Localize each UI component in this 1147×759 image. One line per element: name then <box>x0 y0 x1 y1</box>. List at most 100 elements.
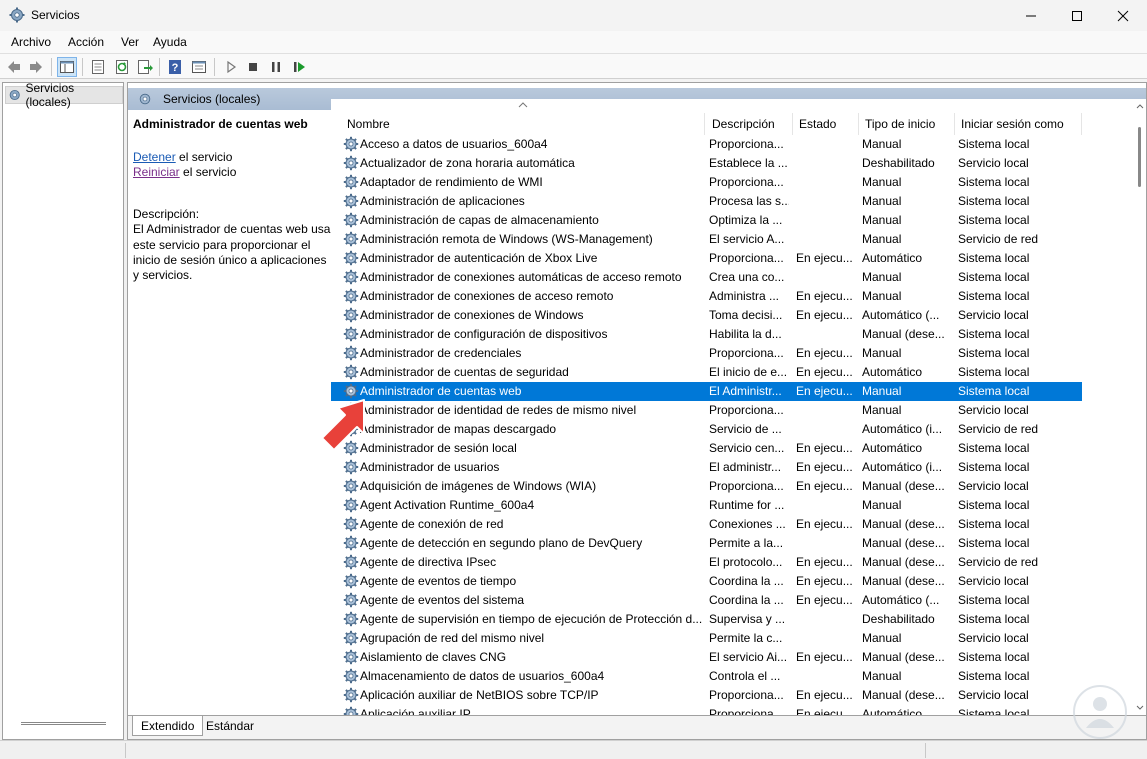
service-logon-as: Servicio de red <box>958 422 1039 436</box>
table-row[interactable]: Agente de conexión de red Conexiones ... E… <box>331 515 1082 534</box>
table-row[interactable]: Administrador de cuentas de seguridad El … <box>331 363 1082 382</box>
table-row[interactable]: Administrador de cuentas web El Administr… <box>331 382 1082 401</box>
pointer-arrow-icon <box>321 399 365 451</box>
pause-service-button[interactable] <box>266 57 286 77</box>
table-row[interactable]: Acceso a datos de usuarios_600a4 Proporci… <box>331 135 1082 154</box>
table-row[interactable]: Administrador de sesión local Servicio ce… <box>331 439 1082 458</box>
vertical-scroll-thumb[interactable] <box>1138 127 1141 187</box>
table-row[interactable]: Aplicación auxiliar de NetBIOS sobre TCP… <box>331 686 1082 705</box>
table-row[interactable]: Administrador de identidad de redes de m… <box>331 401 1082 420</box>
service-logon-as: Sistema local <box>958 213 1030 227</box>
service-description: El protocolo... <box>709 555 783 569</box>
service-startup-type: Automático (i... <box>862 422 943 436</box>
properties-button[interactable] <box>88 57 108 77</box>
tab-estandar[interactable]: Estándar <box>198 716 262 736</box>
service-logon-as: Sistema local <box>958 441 1030 455</box>
service-description: Proporciona... <box>709 688 784 702</box>
table-row[interactable]: Administrador de configuración de dispos… <box>331 325 1082 344</box>
tree-item-services-local[interactable]: Servicios (locales) <box>5 81 123 109</box>
table-row[interactable]: Administración de capas de almacenamient… <box>331 211 1082 230</box>
description-label: Descripción: <box>133 207 200 221</box>
service-gear-icon <box>343 193 359 209</box>
service-name: Agente de conexión de red <box>360 517 504 531</box>
service-description: Proporciona... <box>709 137 784 151</box>
service-logon-as: Sistema local <box>958 707 1030 715</box>
table-row[interactable]: Actualizador de zona horaria automática E… <box>331 154 1082 173</box>
service-gear-icon <box>343 155 359 171</box>
column-header-logon-as[interactable]: Iniciar sesión como <box>955 113 1082 135</box>
menu-ver[interactable]: Ver <box>121 35 139 49</box>
column-header-status[interactable]: Estado <box>793 113 859 135</box>
refresh-button[interactable] <box>112 57 132 77</box>
minimize-button[interactable] <box>1008 0 1054 31</box>
tab-extendido[interactable]: Extendido <box>132 716 204 736</box>
table-row[interactable]: Agente de supervisión en tiempo de ejecu… <box>331 610 1082 629</box>
service-status: En ejecu... <box>796 593 853 607</box>
close-icon <box>1117 10 1129 21</box>
table-row[interactable]: Administrador de autenticación de Xbox L… <box>331 249 1082 268</box>
table-row[interactable]: Administrador de conexiones de Windows To… <box>331 306 1082 325</box>
service-status: En ejecu... <box>796 346 853 360</box>
stop-service-link[interactable]: Detener <box>133 150 176 164</box>
table-row[interactable]: Administrador de conexiones automáticas … <box>331 268 1082 287</box>
maximize-button[interactable] <box>1054 0 1100 31</box>
table-row[interactable]: Aplicación auxiliar IP Proporciona... En e… <box>331 705 1082 715</box>
table-row[interactable]: Agente de eventos de tiempo Coordina la .… <box>331 572 1082 591</box>
vertical-scrollbar[interactable] <box>1134 99 1146 715</box>
forward-button[interactable] <box>26 57 46 77</box>
service-logon-as: Sistema local <box>958 612 1030 626</box>
table-row[interactable]: Administrador de usuarios El administr...… <box>331 458 1082 477</box>
menu-accion[interactable]: Acción <box>68 35 104 49</box>
service-gear-icon <box>343 573 359 589</box>
table-row[interactable]: Agent Activation Runtime_600a4 Runtime fo… <box>331 496 1082 515</box>
menu-archivo[interactable]: Archivo <box>11 35 51 49</box>
table-row[interactable]: Agente de eventos del sistema Coordina la… <box>331 591 1082 610</box>
table-row[interactable]: Adaptador de rendimiento de WMI Proporcio… <box>331 173 1082 192</box>
back-button[interactable] <box>4 57 24 77</box>
menu-ayuda[interactable]: Ayuda <box>153 35 187 49</box>
service-logon-as: Servicio local <box>958 574 1029 588</box>
table-row[interactable]: Administración remota de Windows (WS-Man… <box>331 230 1082 249</box>
column-header-description[interactable]: Descripción <box>706 113 793 135</box>
table-row[interactable]: Administrador de mapas descargado Servici… <box>331 420 1082 439</box>
service-name: Administrador de conexiones de Windows <box>360 308 584 322</box>
service-gear-icon <box>343 668 359 684</box>
show-action-pane-button[interactable] <box>189 57 209 77</box>
help-button[interactable]: ? <box>165 57 185 77</box>
column-header-startup-type[interactable]: Tipo de inicio <box>859 113 955 135</box>
restart-service-link[interactable]: Reiniciar <box>133 165 180 179</box>
service-gear-icon <box>343 459 359 475</box>
show-console-tree-button[interactable] <box>57 57 77 77</box>
service-name: Agente de supervisión en tiempo de ejecu… <box>360 612 702 626</box>
service-name: Administrador de credenciales <box>360 346 522 360</box>
restart-service-button[interactable] <box>289 57 309 77</box>
service-logon-as: Sistema local <box>958 289 1030 303</box>
table-row[interactable]: Aislamiento de claves CNG El servicio Ai.… <box>331 648 1082 667</box>
table-row[interactable]: Agrupación de red del mismo nivel Permite… <box>331 629 1082 648</box>
service-logon-as: Servicio local <box>958 479 1029 493</box>
service-name: Administrador de sesión local <box>360 441 517 455</box>
table-row[interactable]: Agente de detección en segundo plano de … <box>331 534 1082 553</box>
service-status: En ejecu... <box>796 289 853 303</box>
stop-service-button[interactable] <box>243 57 263 77</box>
table-row[interactable]: Adquisición de imágenes de Windows (WIA)… <box>331 477 1082 496</box>
service-status: En ejecu... <box>796 365 853 379</box>
start-service-button[interactable] <box>221 57 241 77</box>
service-gear-icon <box>343 706 359 715</box>
table-row[interactable]: Almacenamiento de datos de usuarios_600a… <box>331 667 1082 686</box>
service-name: Administrador de identidad de redes de m… <box>360 403 637 417</box>
service-logon-as: Sistema local <box>958 460 1030 474</box>
table-row[interactable]: Administración de aplicaciones Procesa la… <box>331 192 1082 211</box>
scroll-down-icon <box>1136 705 1144 710</box>
tree-horizontal-scrollbar[interactable] <box>21 722 106 725</box>
column-header-name[interactable]: Nombre <box>341 113 705 135</box>
service-description: El inicio de e... <box>709 365 788 379</box>
panel-header-title: Servicios (locales) <box>163 92 261 106</box>
service-description: Proporciona... <box>709 707 784 715</box>
table-row[interactable]: Administrador de credenciales Proporciona… <box>331 344 1082 363</box>
services-gear-icon <box>139 93 151 105</box>
export-list-button[interactable] <box>135 57 155 77</box>
table-row[interactable]: Agente de directiva IPsec El protocolo...… <box>331 553 1082 572</box>
close-button[interactable] <box>1100 0 1146 31</box>
table-row[interactable]: Administrador de conexiones de acceso re… <box>331 287 1082 306</box>
